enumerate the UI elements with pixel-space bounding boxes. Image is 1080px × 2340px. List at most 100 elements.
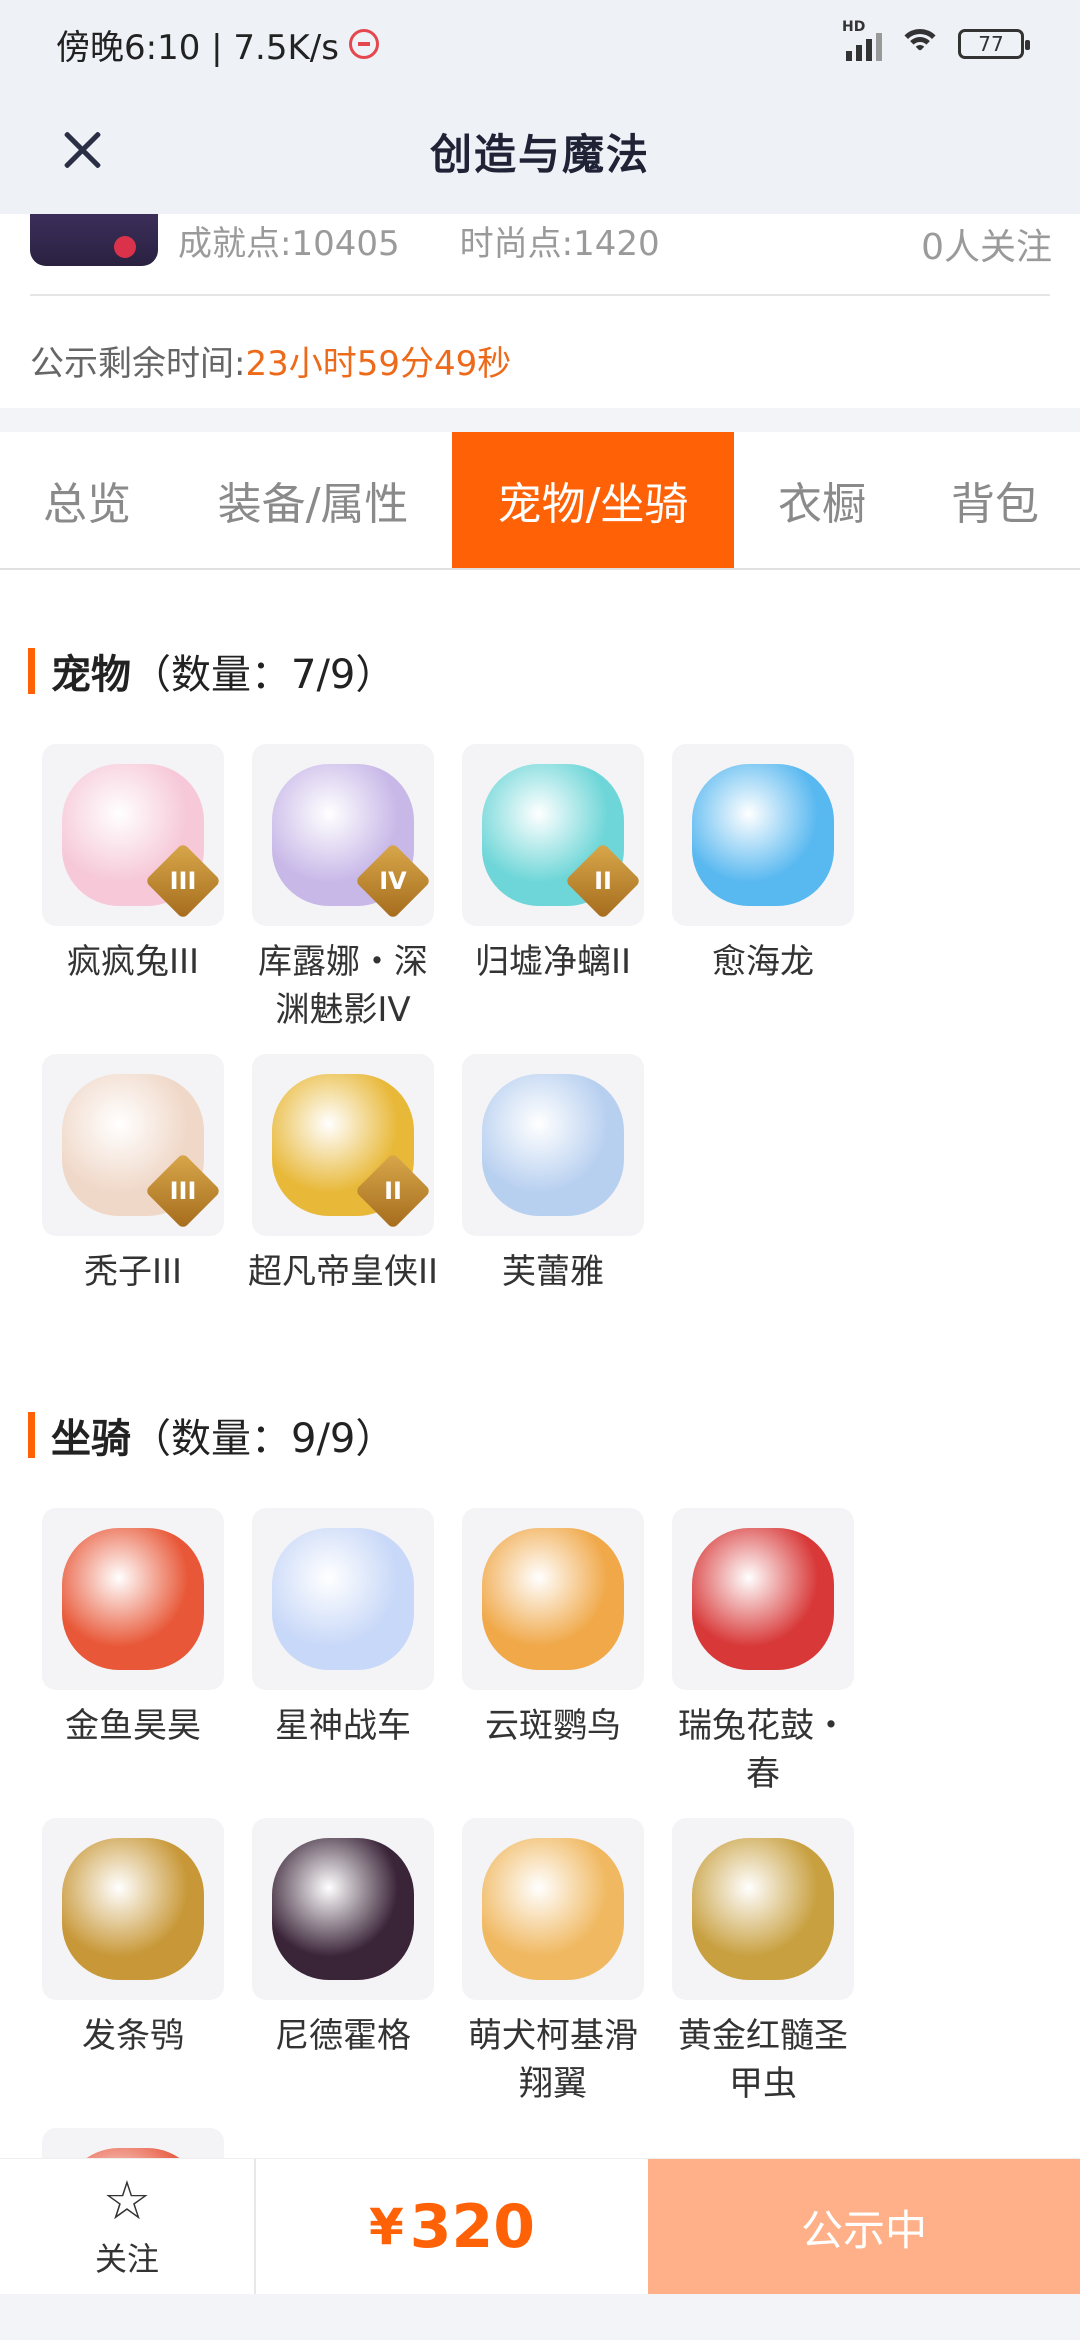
mounts-item[interactable]: 发条鸮 bbox=[28, 1818, 238, 2128]
pets-mounts-panel: 宠物 （数量：7/9） III 疯疯兔III IV 库露娜・深渊魅影IV II 归墟净螭II… bbox=[0, 570, 1080, 2340]
mounts-art-icon bbox=[482, 1528, 624, 1670]
mounts-art-icon bbox=[62, 1838, 204, 1980]
achievement-points: 成就点:10405 bbox=[178, 224, 400, 264]
app-header: 创造与魔法 bbox=[0, 88, 1080, 214]
tab-pets-mounts[interactable]: 宠物/坐骑 bbox=[452, 432, 734, 568]
avatar bbox=[30, 214, 158, 266]
pets-name: 归墟净螭II bbox=[474, 942, 632, 982]
pets-item[interactable]: IV 库露娜・深渊魅影IV bbox=[238, 744, 448, 1054]
mounts-item[interactable]: 萌犬柯基滑翔翼 bbox=[448, 1818, 658, 2128]
grade-label: II bbox=[594, 867, 612, 895]
mounts-title: 坐骑 bbox=[51, 1416, 131, 1462]
mounts-item[interactable]: 黄金红髓圣甲虫 bbox=[658, 1818, 868, 2128]
app-notification-icon bbox=[348, 29, 379, 59]
role-stats: 成就点:10405 时尚点:1420 bbox=[178, 216, 660, 265]
pets-count: （数量：7/9） bbox=[131, 652, 396, 698]
pets-section-title: 宠物 （数量：7/9） bbox=[28, 642, 395, 700]
mounts-image bbox=[462, 1818, 644, 2000]
grade-badge-icon: II bbox=[564, 842, 642, 920]
mounts-image bbox=[462, 1508, 644, 1690]
tab-backpack[interactable]: 背包 bbox=[910, 432, 1080, 568]
mounts-art-icon bbox=[692, 1528, 834, 1670]
mounts-item[interactable]: 金鱼昊昊 bbox=[28, 1508, 238, 1818]
mounts-name: 黄金红髓圣甲虫 bbox=[678, 2016, 848, 2104]
grade-label: II bbox=[384, 1177, 402, 1205]
grade-badge-icon: III bbox=[144, 1152, 222, 1230]
mounts-item[interactable]: 星神战车 bbox=[238, 1508, 448, 1818]
price: ¥ 320 bbox=[256, 2159, 648, 2295]
bottom-action-bar: ☆ 关注 ¥ 320 公示中 bbox=[0, 2158, 1080, 2295]
pets-image bbox=[672, 744, 854, 926]
pets-image: III bbox=[42, 744, 224, 926]
pets-name: 芙蕾雅 bbox=[502, 1252, 604, 1292]
grade-badge-icon: III bbox=[144, 842, 222, 920]
mounts-name: 萌犬柯基滑翔翼 bbox=[468, 2016, 638, 2104]
pets-name: 秃子III bbox=[83, 1252, 183, 1292]
mounts-item[interactable]: 云斑鹦鸟 bbox=[448, 1508, 658, 1818]
mounts-name: 瑞兔花鼓・春 bbox=[678, 1706, 848, 1794]
page-title: 创造与魔法 bbox=[429, 129, 650, 179]
fashion-points: 时尚点:1420 bbox=[459, 224, 660, 264]
follower-count: 0人关注 bbox=[921, 227, 1052, 268]
remaining-time: 公示剩余时间:23小时59分49秒 bbox=[30, 336, 511, 385]
mounts-image bbox=[252, 1508, 434, 1690]
pets-name: 愈海龙 bbox=[712, 942, 814, 982]
pets-item[interactable]: II 归墟净螭II bbox=[448, 744, 658, 1054]
grade-label: III bbox=[169, 1177, 197, 1205]
grade-label: III bbox=[169, 867, 197, 895]
price-value: 320 bbox=[409, 2192, 536, 2262]
mounts-name: 星神战车 bbox=[275, 1706, 411, 1746]
pets-name: 库露娜・深渊魅影IV bbox=[258, 942, 428, 1030]
follow-label: 关注 bbox=[94, 2240, 159, 2278]
mounts-image bbox=[252, 1818, 434, 2000]
mounts-image bbox=[672, 1818, 854, 2000]
pets-item[interactable]: II 超凡帝皇侠II bbox=[238, 1054, 448, 1364]
mounts-name: 云斑鹦鸟 bbox=[485, 1706, 621, 1746]
pets-item[interactable]: 愈海龙 bbox=[658, 744, 868, 1054]
publicity-status-button[interactable]: 公示中 bbox=[648, 2159, 1080, 2295]
mounts-section-title: 坐骑 （数量：9/9） bbox=[28, 1406, 395, 1464]
divider bbox=[30, 294, 1050, 296]
pets-item[interactable]: III 秃子III bbox=[28, 1054, 238, 1364]
pets-art-icon bbox=[692, 764, 834, 906]
mounts-art-icon bbox=[692, 1838, 834, 1980]
mounts-art-icon bbox=[62, 1528, 204, 1670]
close-icon[interactable] bbox=[52, 120, 112, 180]
mounts-art-icon bbox=[482, 1838, 624, 1980]
star-icon: ☆ bbox=[102, 2169, 152, 2232]
tab-overview[interactable]: 总览 bbox=[0, 432, 174, 568]
mounts-item[interactable]: 瑞兔花鼓・春 bbox=[658, 1508, 868, 1818]
tab-wardrobe[interactable]: 衣橱 bbox=[734, 432, 910, 568]
pets-image: IV bbox=[252, 744, 434, 926]
mounts-item[interactable]: 尼德霍格 bbox=[238, 1818, 448, 2128]
tab-bar: 总览 装备/属性 宠物/坐骑 衣橱 背包 bbox=[0, 432, 1080, 570]
battery-icon: 77 bbox=[958, 29, 1030, 59]
mounts-image bbox=[42, 1508, 224, 1690]
mounts-art-icon bbox=[272, 1528, 414, 1670]
network-type-label: HD bbox=[842, 19, 866, 35]
pets-image: III bbox=[42, 1054, 224, 1236]
section-accent-bar bbox=[28, 648, 35, 694]
pets-title: 宠物 bbox=[51, 652, 131, 698]
mounts-image bbox=[672, 1508, 854, 1690]
status-bar: 傍晚6:10 | 7.5K/s HD 77 bbox=[0, 0, 1080, 88]
section-accent-bar bbox=[28, 1412, 35, 1458]
role-profile: 成就点:10405 时尚点:1420 0人关注 公示剩余时间:23小时59分49… bbox=[0, 214, 1080, 408]
mounts-count: （数量：9/9） bbox=[131, 1416, 396, 1462]
battery-level: 77 bbox=[978, 32, 1004, 56]
grade-badge-icon: IV bbox=[354, 842, 432, 920]
mounts-name: 金鱼昊昊 bbox=[65, 1706, 201, 1746]
mounts-art-icon bbox=[272, 1838, 414, 1980]
remaining-time-value: 23小时59分49秒 bbox=[245, 344, 512, 384]
follow-button[interactable]: ☆ 关注 bbox=[0, 2159, 256, 2295]
pets-art-icon bbox=[482, 1074, 624, 1216]
mounts-name: 发条鸮 bbox=[82, 2016, 184, 2056]
tab-equipment[interactable]: 装备/属性 bbox=[174, 432, 452, 568]
pets-grid: III 疯疯兔III IV 库露娜・深渊魅影IV II 归墟净螭II 愈海龙 III 秃子III… bbox=[28, 744, 1058, 1364]
pets-image: II bbox=[252, 1054, 434, 1236]
pets-image bbox=[462, 1054, 644, 1236]
remaining-time-label: 公示剩余时间: bbox=[30, 344, 246, 384]
pets-item[interactable]: III 疯疯兔III bbox=[28, 744, 238, 1054]
signal-icon: HD bbox=[842, 19, 882, 61]
pets-item[interactable]: 芙蕾雅 bbox=[448, 1054, 658, 1364]
